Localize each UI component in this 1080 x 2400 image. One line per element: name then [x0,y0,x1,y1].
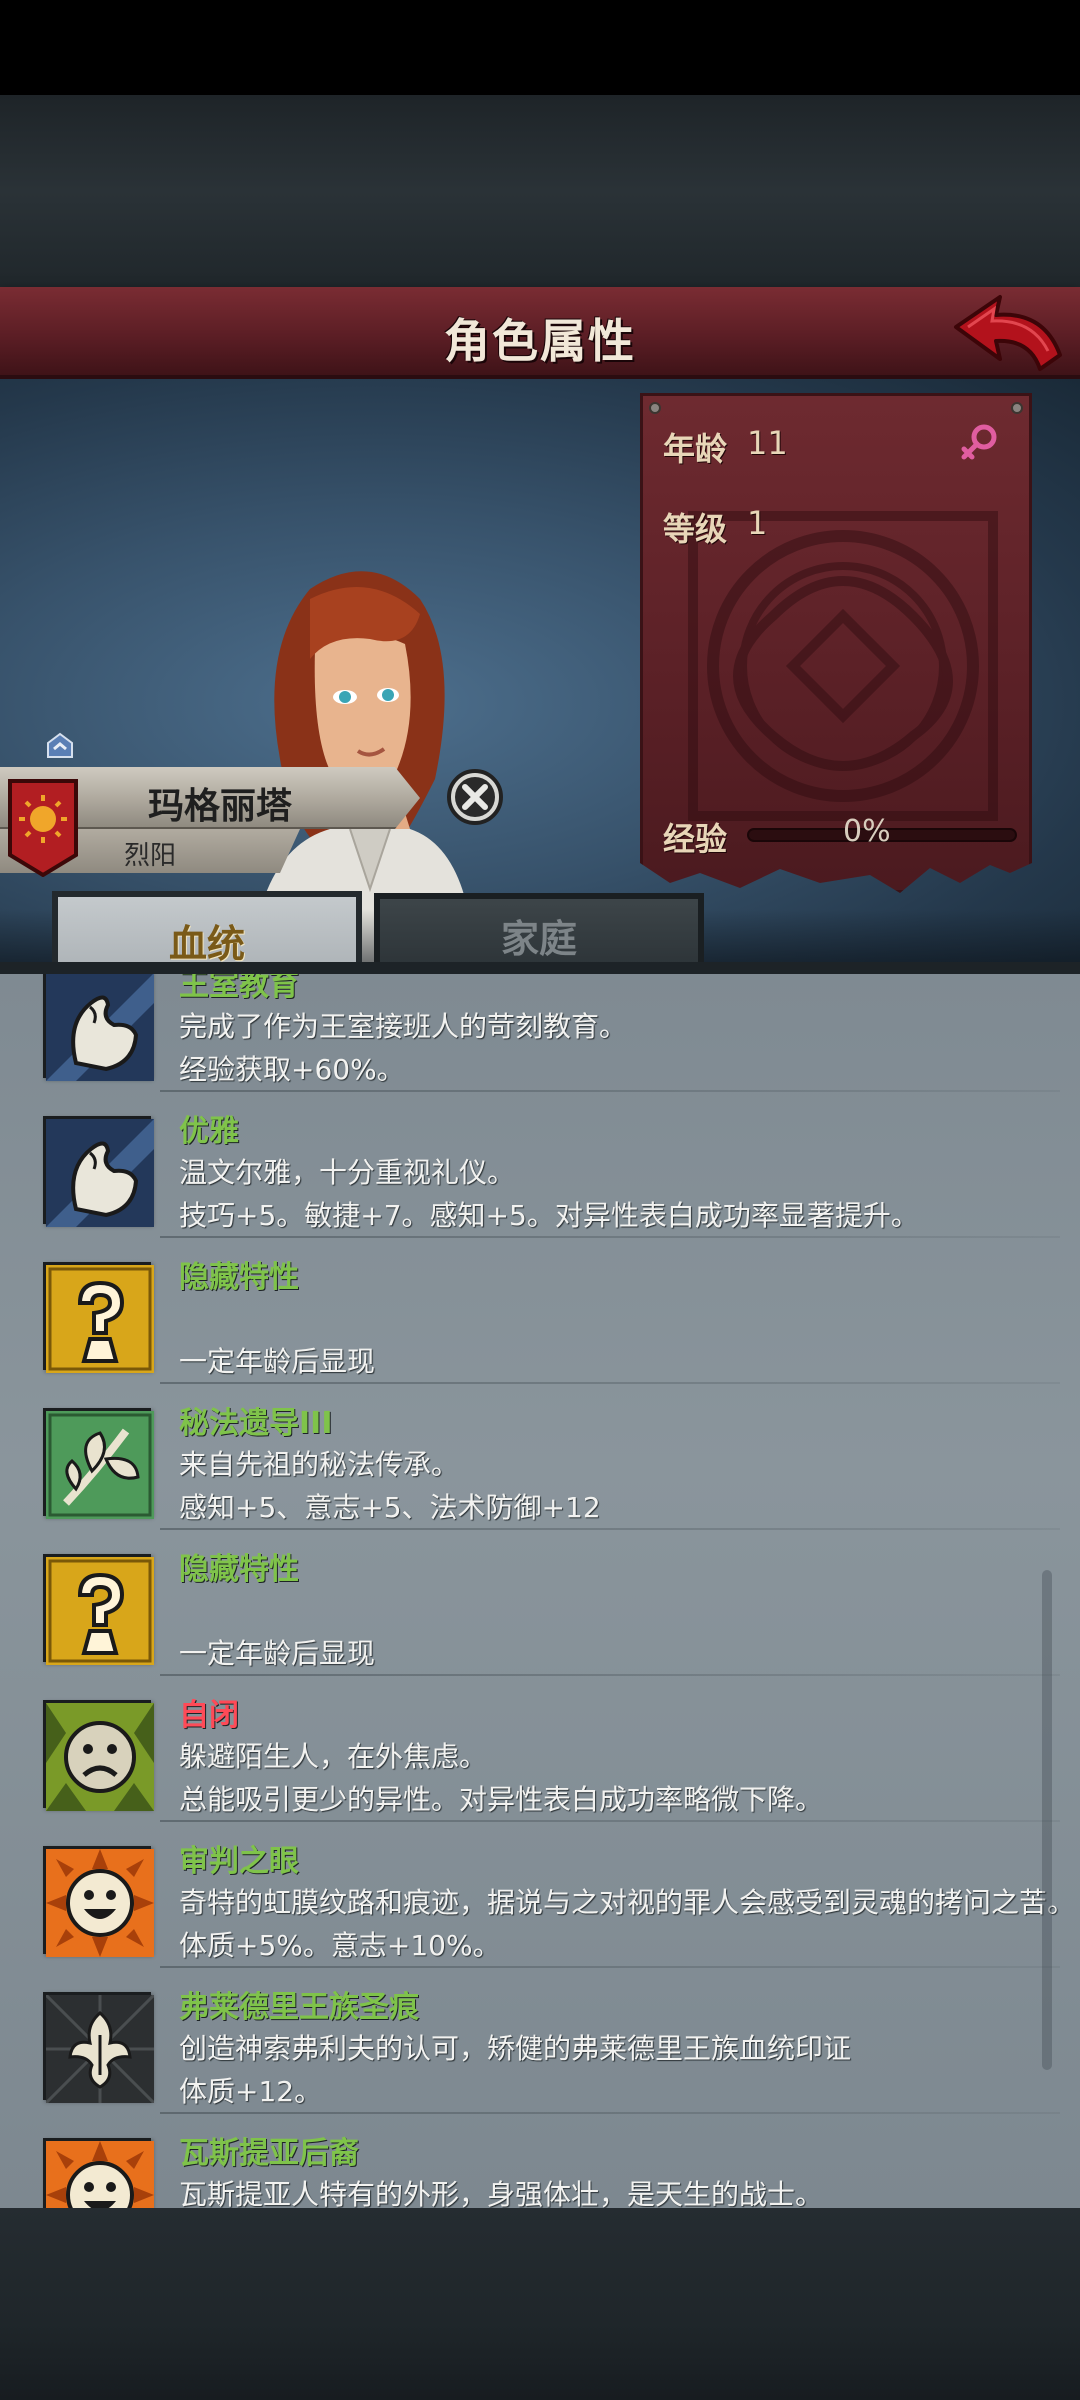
age-label: 年龄 [663,430,728,468]
close-icon [447,769,503,825]
happy-sun-face-icon [43,2138,154,2208]
trait-name: 审判之眼 [179,1844,299,1879]
trait-name: 优雅 [179,1114,239,1149]
muscle-arm-icon [43,1116,154,1227]
title-bar: 角色属性 [0,287,1080,379]
back-button[interactable] [948,293,1068,373]
age-value: 11 [747,424,788,462]
trait-effect: 总能吸引更少的异性。对异性表白成功率略微下降。 [179,1783,824,1816]
celtic-knot-emblem [688,511,998,821]
trait-name: 自闭 [179,1698,239,1733]
tab-divider [0,962,1080,974]
trait-effect: 经验获取+60%。 [179,1053,405,1086]
trait-name: 隐藏特性 [179,1552,299,1587]
xp-label: 经验 [663,820,728,858]
trait-item[interactable]: 优雅 温文尔雅，十分重视礼仪。 技巧+5。敏捷+7。感知+5。对异性表白成功率显… [0,1094,1080,1240]
trait-item[interactable]: 自闭 躲避陌生人，在外焦虑。 总能吸引更少的异性。对异性表白成功率略微下降。 [0,1678,1080,1824]
trait-item[interactable]: 秘法遗导III 来自先祖的秘法传承。 感知+5、意志+5、法术防御+12 [0,1386,1080,1532]
trait-description: 完成了作为王室接班人的苛刻教育。 [179,1010,628,1043]
trait-name: 王室教育 [179,974,299,1003]
trait-item[interactable]: 隐藏特性 一定年龄后显现 [0,1532,1080,1678]
back-arrow-icon [954,295,1062,371]
scrollbar[interactable] [1042,1570,1052,2070]
top-backdrop [0,95,1080,287]
leaf-branch-icon [43,1408,154,1519]
trait-description: 奇特的虹膜纹路和痕迹，据说与之对视的罪人会感受到灵魂的拷问之苦。 [179,1886,1076,1919]
character-title: 烈阳 [123,841,176,871]
character-portrait-area: 玛格丽塔 烈阳 年龄 11 等级 1 经验 0% [0,379,1080,969]
panel-bolt [1011,402,1023,414]
trait-item[interactable]: 隐藏特性 一定年龄后显现 [0,1240,1080,1386]
sun-banner-icon [8,779,78,877]
royal-crest-icon [43,1992,156,2105]
rank-chevron-icon [47,732,73,758]
level-value: 1 [747,504,768,542]
trait-description: 来自先祖的秘法传承。 [179,1448,460,1481]
bottom-backdrop [0,2208,1080,2400]
question-mark-icon [43,1554,154,1665]
xp-value: 0% [843,814,891,849]
trait-effect: 一定年龄后显现 [179,1345,376,1378]
trait-effect: 一定年龄后显现 [179,1637,376,1670]
trait-item[interactable]: 王室教育 完成了作为王室接班人的苛刻教育。 经验获取+60%。 [0,974,1080,1094]
trait-effect: 体质+5%。意志+10%。 [179,1929,501,1962]
trait-name: 瓦斯提亚后裔 [179,2136,359,2171]
stats-panel: 年龄 11 等级 1 经验 0% [640,393,1032,893]
status-bar-area [0,0,1080,95]
trait-description: 躲避陌生人，在外焦虑。 [179,1740,488,1773]
trait-effect: 感知+5、意志+5、法术防御+12 [179,1491,601,1524]
trait-item[interactable]: 审判之眼 奇特的虹膜纹路和痕迹，据说与之对视的罪人会感受到灵魂的拷问之苦。 体质… [0,1824,1080,1970]
happy-sun-face-icon [43,1846,154,1957]
trait-name: 秘法遗导III [179,1406,333,1441]
trait-effect: 体质+12。 [179,2075,323,2108]
trait-description: 创造神索弗利夫的认可，矫健的弗莱德里王族血统印证 [179,2032,852,2065]
close-button[interactable] [446,768,504,826]
panel-bolt [649,402,661,414]
trait-item[interactable]: 瓦斯提亚后裔 瓦斯提亚人特有的外形，身强体壮，是天生的战士。 [0,2116,1080,2208]
muscle-arm-icon [43,974,154,1081]
trait-description: 瓦斯提亚人特有的外形，身强体壮，是天生的战士。 [179,2178,824,2208]
level-label: 等级 [663,510,728,548]
question-mark-icon [43,1262,154,1373]
trait-name: 隐藏特性 [179,1260,299,1295]
sad-face-icon [43,1700,154,1811]
character-name: 玛格丽塔 [147,786,292,827]
trait-item[interactable]: 弗莱德里王族圣痕 创造神索弗利夫的认可，矫健的弗莱德里王族血统印证 体质+12。 [0,1970,1080,2116]
page-title: 角色属性 [444,314,636,368]
trait-description: 温文尔雅，十分重视礼仪。 [179,1156,516,1189]
female-icon [961,424,997,460]
trait-list[interactable]: 王室教育 完成了作为王室接班人的苛刻教育。 经验获取+60%。 优雅 温文尔雅，… [0,974,1080,2208]
trait-name: 弗莱德里王族圣痕 [179,1990,419,2025]
trait-effect: 技巧+5。敏捷+7。感知+5。对异性表白成功率显著提升。 [179,1199,919,1232]
